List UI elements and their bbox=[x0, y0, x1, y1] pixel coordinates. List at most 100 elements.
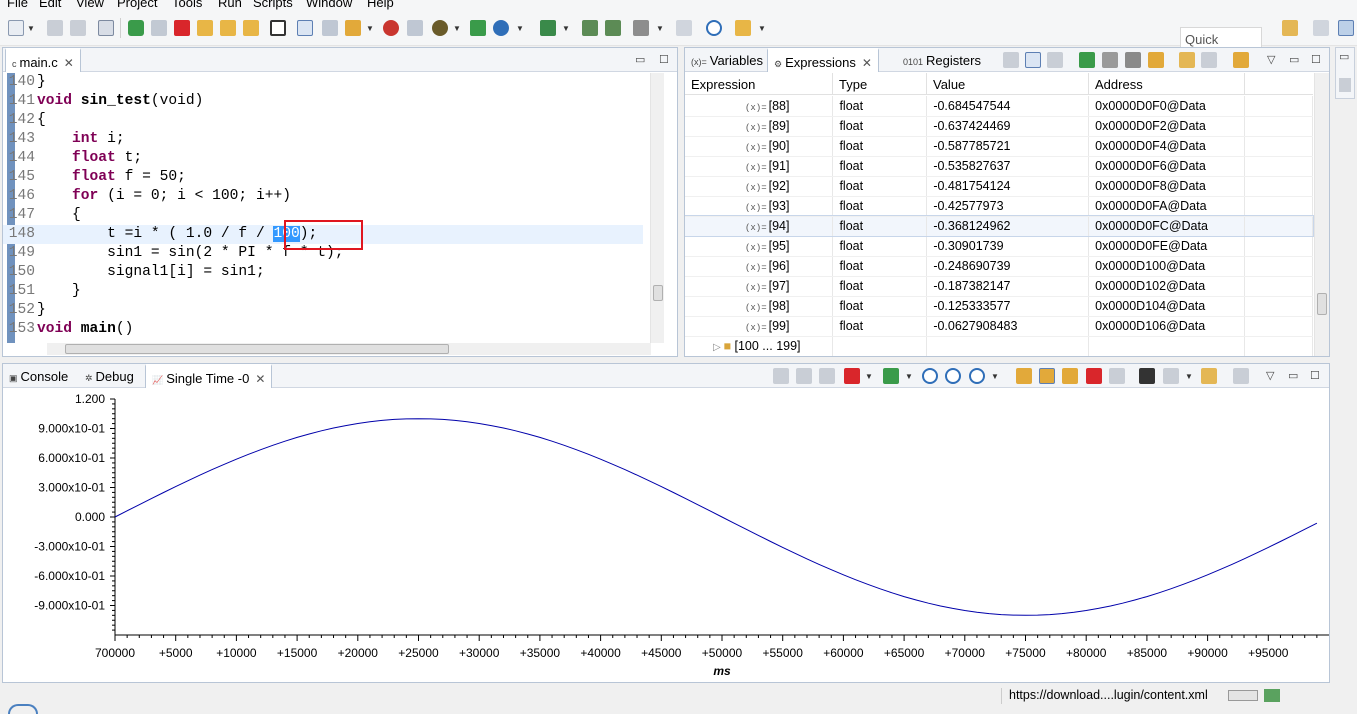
menu-scripts[interactable]: Scripts bbox=[253, 0, 293, 10]
minimize-icon[interactable]: ▭ bbox=[1288, 369, 1298, 382]
editor-vertical-scrollbar[interactable] bbox=[650, 73, 664, 343]
debug-icon[interactable] bbox=[432, 20, 448, 36]
table-row[interactable]: (x)= [88] float -0.684547544 0x0000D0F0@Data bbox=[685, 96, 1313, 117]
restart-icon[interactable] bbox=[322, 20, 338, 36]
connect-icon[interactable] bbox=[582, 20, 598, 36]
close-icon[interactable]: ✕ bbox=[862, 56, 872, 70]
code-line[interactable]: 140} bbox=[3, 73, 643, 92]
step-return-icon[interactable] bbox=[243, 20, 259, 36]
table-row[interactable]: (x)= [98] float -0.125333577 0x0000D104@Data bbox=[685, 296, 1313, 317]
tab-main-c[interactable]: c main.c ✕ bbox=[5, 48, 81, 72]
graph-tool-1-icon[interactable] bbox=[773, 368, 789, 384]
open-perspective-icon[interactable] bbox=[1282, 20, 1298, 36]
series-line[interactable] bbox=[114, 418, 1318, 616]
view-menu-icon[interactable]: ▽ bbox=[1267, 53, 1275, 66]
zoom-fit-icon[interactable] bbox=[969, 368, 985, 384]
terminate-icon[interactable] bbox=[98, 20, 114, 36]
target-icon[interactable] bbox=[493, 20, 509, 36]
chevron-down-icon[interactable]: ▼ bbox=[453, 24, 461, 33]
code-line[interactable]: 146 for (i = 0; i < 100; i++) bbox=[3, 187, 643, 206]
view-menu-icon[interactable]: ▽ bbox=[1266, 369, 1274, 382]
graph-svg[interactable]: 1.200 9.000x10-01 6.000x10-01 3.000x10-01 0.… bbox=[3, 389, 1329, 682]
refresh-graph-icon[interactable] bbox=[1016, 368, 1032, 384]
maximize-icon[interactable]: ☐ bbox=[1311, 53, 1321, 66]
chevron-down-icon[interactable]: ▼ bbox=[905, 372, 913, 381]
table-row-group[interactable]: ▷ ■ [100 ... 199] bbox=[685, 336, 1313, 356]
column-address[interactable]: Address bbox=[1089, 73, 1245, 95]
chevron-down-icon[interactable]: ▼ bbox=[562, 24, 570, 33]
expand-arrow-icon[interactable]: ▷ bbox=[713, 342, 723, 353]
restore-icon[interactable]: ▭ bbox=[1339, 50, 1349, 63]
table-row[interactable]: (x)= [91] float -0.535827637 0x0000D0F6@Data bbox=[685, 156, 1313, 177]
grid-icon[interactable] bbox=[270, 20, 286, 36]
progress-icon[interactable] bbox=[1264, 689, 1280, 702]
step-into-icon[interactable] bbox=[197, 20, 213, 36]
collapse-all-icon[interactable] bbox=[1003, 52, 1019, 68]
chevron-down-icon[interactable]: ▼ bbox=[865, 372, 873, 381]
menu-window[interactable]: Window bbox=[306, 0, 352, 10]
menu-edit[interactable]: Edit bbox=[39, 0, 61, 10]
open-console-icon[interactable] bbox=[676, 20, 692, 36]
view-memory-icon[interactable] bbox=[297, 20, 313, 36]
suspend-icon[interactable] bbox=[151, 20, 167, 36]
column-type[interactable]: Type bbox=[833, 73, 927, 95]
continuous-refresh-icon[interactable] bbox=[1233, 52, 1249, 68]
minimize-panel-icon[interactable] bbox=[1047, 52, 1063, 68]
graph-tool-3-icon[interactable] bbox=[819, 368, 835, 384]
chevron-down-icon[interactable]: ▼ bbox=[366, 24, 374, 33]
code-line[interactable]: 144 float t; bbox=[3, 149, 643, 168]
import-icon[interactable] bbox=[1179, 52, 1195, 68]
scroll-thumb[interactable] bbox=[65, 344, 449, 354]
single-time-graph[interactable]: 1.200 9.000x10-01 6.000x10-01 3.000x10-01 0.… bbox=[3, 389, 1329, 682]
properties-icon[interactable] bbox=[1109, 368, 1125, 384]
refresh-expressions-icon[interactable] bbox=[1148, 52, 1164, 68]
tab-console[interactable]: ▣ Console bbox=[3, 364, 74, 388]
minimize-icon[interactable]: ▭ bbox=[1289, 53, 1299, 66]
chevron-down-icon[interactable]: ▼ bbox=[27, 24, 35, 33]
table-row[interactable]: (x)= [99] float -0.0627908483 0x0000D106@Dat… bbox=[685, 316, 1313, 337]
cursor-icon[interactable] bbox=[844, 368, 860, 384]
code-area[interactable]: 140} 141 void sin_test(void) 142{143 int i;… bbox=[3, 73, 657, 343]
menu-project[interactable]: Project bbox=[117, 0, 157, 10]
tab-registers[interactable]: 0101 Registers bbox=[897, 48, 987, 72]
maximize-icon[interactable]: ☐ bbox=[1310, 369, 1320, 382]
build-icon[interactable] bbox=[470, 20, 486, 36]
expressions-vertical-scrollbar[interactable] bbox=[1314, 73, 1329, 356]
save-all-icon[interactable] bbox=[70, 20, 86, 36]
minimize-icon[interactable]: ▭ bbox=[635, 53, 645, 66]
perspective-edit-icon[interactable] bbox=[1313, 20, 1329, 36]
column-expression[interactable]: Expression bbox=[685, 73, 833, 95]
remove-expression-icon[interactable] bbox=[1102, 52, 1118, 68]
new-icon[interactable] bbox=[8, 20, 24, 36]
chevron-down-icon[interactable]: ▼ bbox=[758, 24, 766, 33]
add-expression-icon[interactable] bbox=[1079, 52, 1095, 68]
pin-icon[interactable] bbox=[1163, 368, 1179, 384]
code-line[interactable]: 151 } bbox=[3, 282, 643, 301]
tab-single-time[interactable]: 📈 Single Time -0 ✕ bbox=[145, 364, 273, 388]
layout-icon[interactable] bbox=[1025, 52, 1041, 68]
menu-run[interactable]: Run bbox=[218, 0, 242, 10]
debug-settings-icon[interactable] bbox=[540, 20, 556, 36]
refresh-icon[interactable] bbox=[605, 20, 621, 36]
hammer-icon[interactable] bbox=[633, 20, 649, 36]
outline-icon[interactable] bbox=[1339, 78, 1351, 92]
code-line[interactable]: 145 float f = 50; bbox=[3, 168, 643, 187]
menu-file[interactable]: File bbox=[7, 0, 28, 10]
stop-icon[interactable] bbox=[174, 20, 190, 36]
chevron-down-icon[interactable]: ▼ bbox=[1185, 372, 1193, 381]
editor-horizontal-scrollbar[interactable] bbox=[47, 343, 651, 355]
breakpoint-icon[interactable] bbox=[383, 20, 399, 36]
code-line[interactable]: 153 void main() bbox=[3, 320, 643, 339]
perspective-debug-icon[interactable] bbox=[1338, 20, 1354, 36]
menu-tools[interactable]: Tools bbox=[172, 0, 202, 10]
column-value[interactable]: Value bbox=[927, 73, 1089, 95]
find-icon[interactable] bbox=[1139, 368, 1155, 384]
clear-graph-icon[interactable] bbox=[1086, 368, 1102, 384]
scroll-thumb[interactable] bbox=[653, 285, 663, 301]
chevron-down-icon[interactable]: ▼ bbox=[516, 24, 524, 33]
code-line[interactable]: 141 void sin_test(void) bbox=[3, 92, 643, 111]
minimized-stack[interactable]: ▭ bbox=[1335, 47, 1355, 99]
table-row[interactable]: (x)= [89] float -0.637424469 0x0000D0F2@Data bbox=[685, 116, 1313, 137]
code-line[interactable]: 150 signal1[i] = sin1; bbox=[3, 263, 643, 282]
layout-graph-icon[interactable] bbox=[1233, 368, 1249, 384]
